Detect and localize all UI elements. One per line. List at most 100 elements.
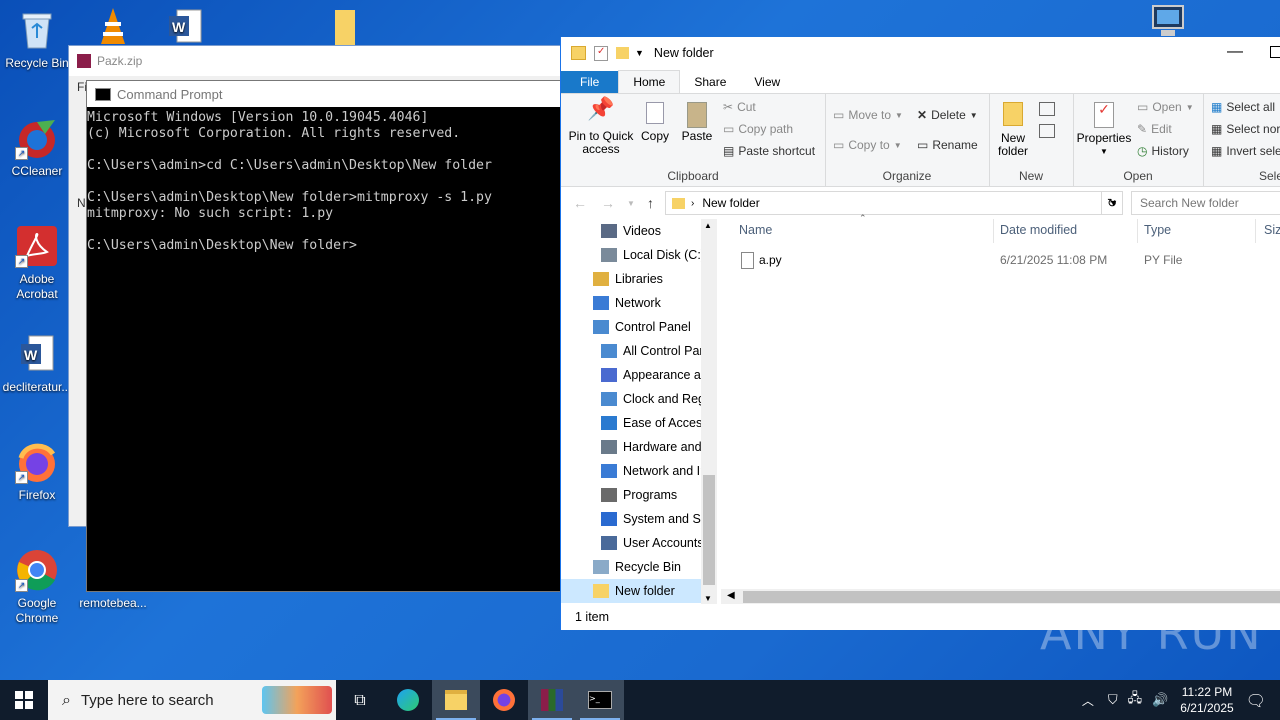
- clock[interactable]: 11:22 PM 6/21/2025: [1180, 684, 1233, 716]
- network-icon[interactable]: 🖧: [1128, 689, 1143, 711]
- horizontal-scrollbar[interactable]: ◀: [721, 589, 1280, 605]
- show-hidden-icons-icon[interactable]: ︿: [1082, 692, 1094, 709]
- notifications-icon[interactable]: 🗨: [1246, 691, 1266, 710]
- tab-view[interactable]: View: [740, 71, 794, 93]
- navigation-pane[interactable]: Videos Local Disk (C:) Libraries Network Con…: [561, 219, 716, 603]
- copy-path-button[interactable]: ▭ Copy path: [723, 122, 793, 136]
- python-file-icon: [741, 252, 754, 269]
- search-box[interactable]: Search New folder: [1131, 191, 1280, 215]
- edit-button[interactable]: ✎ Edit: [1137, 122, 1172, 136]
- copy-to-button[interactable]: ▭ Copy to ▼: [833, 138, 902, 152]
- nav-item[interactable]: Programs: [561, 483, 716, 507]
- column-name[interactable]: Name: [739, 223, 772, 243]
- desktop-icon-chrome[interactable]: ↗ Google Chrome: [0, 548, 74, 626]
- nav-item[interactable]: Network and Ir: [561, 459, 716, 483]
- new-folder-quick-icon[interactable]: [616, 47, 629, 59]
- start-button[interactable]: [0, 680, 48, 720]
- nav-item[interactable]: Network: [561, 291, 716, 315]
- nav-item[interactable]: Hardware and: [561, 435, 716, 459]
- search-input[interactable]: Search New folder: [1132, 196, 1239, 210]
- task-view-button[interactable]: ⧉: [336, 680, 384, 720]
- taskbar-firefox[interactable]: [480, 680, 528, 720]
- select-all-button[interactable]: ▦ Select all: [1211, 100, 1275, 114]
- explorer-titlebar[interactable]: ✓ ▼ New folder —: [561, 37, 1280, 69]
- scroll-up-icon[interactable]: ▲: [704, 221, 712, 230]
- scrollbar-thumb[interactable]: [743, 591, 1280, 603]
- open-button[interactable]: ▭ Open ▼: [1137, 100, 1194, 114]
- nav-item[interactable]: Control Panel: [561, 315, 716, 339]
- taskbar-command-prompt[interactable]: >_: [576, 680, 624, 720]
- archive-window-titlebar[interactable]: Pazk.zip: [69, 46, 569, 76]
- properties-quick-icon[interactable]: ✓: [594, 45, 608, 61]
- forward-arrow-icon[interactable]: →: [601, 195, 615, 211]
- desktop-icon-ccleaner[interactable]: ↗ CCleaner: [0, 116, 74, 179]
- copy-button[interactable]: Copy: [637, 102, 673, 143]
- taskbar-search-box[interactable]: ⌕ Type here to search: [48, 680, 336, 720]
- nav-scrollbar[interactable]: ▲ ▼: [701, 219, 717, 605]
- refresh-icon: ↻: [1106, 196, 1118, 210]
- file-row[interactable]: a.py 6/21/2025 11:08 PM PY File: [733, 249, 1280, 271]
- back-arrow-icon[interactable]: ←: [573, 195, 587, 211]
- taskbar-search-input[interactable]: Type here to search: [81, 692, 214, 709]
- copy-icon: [637, 102, 673, 130]
- tab-share[interactable]: Share: [680, 71, 740, 93]
- nav-item[interactable]: System and Se: [561, 507, 716, 531]
- select-none-button[interactable]: ▦ Select nor: [1211, 122, 1280, 136]
- column-type[interactable]: Type: [1144, 223, 1171, 243]
- chevron-down-icon[interactable]: ▼: [635, 48, 644, 58]
- nav-item[interactable]: User Accounts: [561, 531, 716, 555]
- column-date-modified[interactable]: Date modified: [1000, 223, 1077, 243]
- maximize-button[interactable]: [1270, 46, 1280, 58]
- taskbar-edge[interactable]: [384, 680, 432, 720]
- up-arrow-icon[interactable]: ↑: [647, 195, 654, 211]
- tab-home[interactable]: Home: [618, 70, 681, 93]
- desktop-icon-firefox[interactable]: ↗ Firefox: [0, 440, 74, 503]
- cut-button[interactable]: ✂ Cut: [723, 100, 756, 114]
- properties-button[interactable]: ✓ Properties ▼: [1075, 102, 1133, 158]
- delete-button[interactable]: ✕ Delete ▼: [917, 108, 978, 122]
- file-explorer-window[interactable]: ✓ ▼ New folder — File Home Share View 📌 …: [560, 37, 1280, 630]
- minimize-button[interactable]: —: [1227, 43, 1243, 61]
- nav-item[interactable]: Clock and Regi: [561, 387, 716, 411]
- volume-icon[interactable]: 🔊: [1152, 693, 1168, 708]
- nav-item[interactable]: Local Disk (C:): [561, 243, 716, 267]
- nav-item-label: Control Panel: [615, 320, 691, 334]
- pin-to-quick-access-button[interactable]: 📌 Pin to Quick access: [565, 98, 637, 156]
- move-to-button[interactable]: ▭ Move to ▼: [833, 108, 903, 122]
- nav-item[interactable]: New folder: [561, 579, 716, 603]
- taskbar-winrar[interactable]: [528, 680, 576, 720]
- new-item-icon[interactable]: [1039, 102, 1055, 116]
- console-output[interactable]: Microsoft Windows [Version 10.0.19045.40…: [87, 107, 567, 254]
- paste-shortcut-button[interactable]: ▤ Paste shortcut: [723, 144, 815, 158]
- desktop-icon-recycle-bin[interactable]: Recycle Bin: [0, 8, 74, 71]
- nav-item[interactable]: Libraries: [561, 267, 716, 291]
- desktop-icon-document[interactable]: W decliteratur...: [0, 332, 74, 395]
- refresh-button[interactable]: ↻: [1101, 191, 1123, 215]
- nav-item[interactable]: Recycle Bin: [561, 555, 716, 579]
- taskbar: ⌕ Type here to search ⧉ >_ ︿ ⛉ 🖧 🔊 11:22…: [0, 680, 1280, 720]
- scrollbar-thumb[interactable]: [703, 475, 715, 585]
- nav-item[interactable]: Videos: [561, 219, 716, 243]
- breadcrumb[interactable]: New folder: [702, 196, 759, 210]
- address-bar[interactable]: › New folder ▼: [665, 191, 1123, 215]
- command-prompt-window[interactable]: Command Prompt Microsoft Windows [Versio…: [86, 80, 568, 592]
- nav-item[interactable]: Ease of Access: [561, 411, 716, 435]
- recent-chevron-icon[interactable]: ▼: [627, 199, 635, 208]
- nav-item[interactable]: All Control Par: [561, 339, 716, 363]
- nav-item[interactable]: Appearance an: [561, 363, 716, 387]
- paste-button[interactable]: Paste: [677, 102, 717, 143]
- defender-icon[interactable]: ⛉: [1108, 693, 1118, 708]
- column-size[interactable]: Size: [1264, 223, 1280, 243]
- taskbar-file-explorer[interactable]: [432, 680, 480, 720]
- new-folder-button[interactable]: New folder: [993, 102, 1033, 158]
- history-button[interactable]: ◷ History: [1137, 144, 1189, 158]
- edge-icon: [397, 689, 419, 711]
- tab-file[interactable]: File: [561, 71, 619, 93]
- rename-button[interactable]: ▭ Rename: [917, 138, 978, 152]
- scroll-down-icon[interactable]: ▼: [704, 594, 712, 603]
- desktop-icon-adobe-acrobat[interactable]: ↗ Adobe Acrobat: [0, 224, 74, 302]
- easy-access-icon[interactable]: [1039, 124, 1055, 138]
- invert-selection-button[interactable]: ▦ Invert sele: [1211, 144, 1280, 158]
- command-prompt-titlebar[interactable]: Command Prompt: [87, 81, 567, 107]
- scroll-left-icon[interactable]: ◀: [727, 590, 735, 601]
